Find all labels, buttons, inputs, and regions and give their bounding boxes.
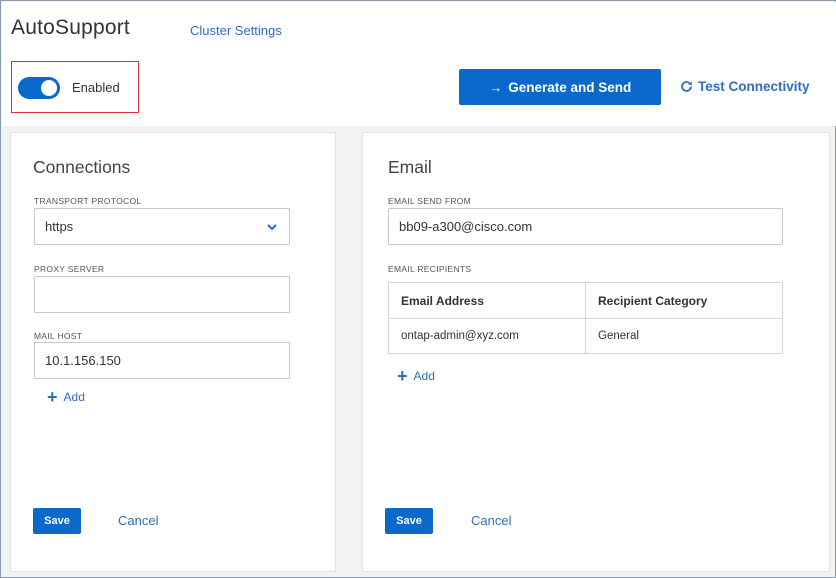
connections-title: Connections: [33, 157, 131, 177]
add-recipient-button[interactable]: + Add: [397, 366, 435, 386]
toggle-label: Enabled: [72, 80, 120, 95]
column-header-email-address[interactable]: Email Address: [388, 282, 586, 319]
add-mail-host-label: Add: [63, 390, 85, 404]
test-connectivity-label: Test Connectivity: [698, 79, 810, 94]
app-frame: AutoSupport Cluster Settings Enabled → G…: [0, 0, 836, 578]
recipients-table: Email Address Recipient Category ontap-a…: [388, 282, 783, 354]
proxy-server-label: PROXY SERVER: [34, 264, 105, 274]
page-title: AutoSupport: [11, 16, 130, 39]
email-save-button[interactable]: Save: [385, 508, 433, 534]
generate-and-send-label: Generate and Send: [508, 79, 632, 95]
email-title: Email: [388, 157, 432, 177]
proxy-server-input[interactable]: [34, 276, 290, 313]
plus-icon: +: [397, 366, 408, 386]
add-recipient-label: Add: [413, 369, 435, 383]
connections-save-button[interactable]: Save: [33, 508, 81, 534]
mail-host-input[interactable]: 10.1.156.150: [34, 342, 290, 379]
mail-host-label: MAIL HOST: [34, 331, 83, 341]
refresh-icon: [681, 81, 692, 92]
generate-and-send-button[interactable]: → Generate and Send: [459, 69, 661, 105]
email-send-from-input[interactable]: bb09-a300@cisco.com: [388, 208, 783, 245]
column-header-recipient-category[interactable]: Recipient Category: [585, 282, 783, 319]
email-send-from-label: EMAIL SEND FROM: [388, 196, 472, 206]
test-connectivity-button[interactable]: Test Connectivity: [680, 79, 810, 94]
connections-cancel-button[interactable]: Cancel: [118, 513, 158, 528]
transport-protocol-label: TRANSPORT PROTOCOL: [34, 196, 142, 206]
transport-protocol-select[interactable]: https: [34, 208, 290, 245]
enabled-toggle[interactable]: [18, 77, 60, 99]
mail-host-value: 10.1.156.150: [45, 353, 121, 368]
add-mail-host-button[interactable]: + Add: [47, 387, 85, 407]
toggle-knob: [41, 80, 57, 96]
recipient-category-cell: General: [585, 318, 783, 354]
arrow-right-icon: →: [488, 79, 503, 95]
recipient-email-cell: ontap-admin@xyz.com: [388, 318, 586, 354]
transport-protocol-value: https: [45, 219, 74, 234]
email-cancel-button[interactable]: Cancel: [471, 513, 511, 528]
chevron-down-icon: [267, 224, 277, 231]
table-row[interactable]: ontap-admin@xyz.com General: [388, 318, 783, 354]
email-card: Email EMAIL SEND FROM bb09-a300@cisco.co…: [362, 132, 830, 572]
header: AutoSupport Cluster Settings Enabled → G…: [2, 2, 836, 126]
email-recipients-label: EMAIL RECIPIENTS: [388, 264, 472, 274]
table-header-row: Email Address Recipient Category: [388, 282, 783, 319]
connections-card: Connections TRANSPORT PROTOCOL https PRO…: [10, 132, 336, 572]
cluster-settings-link[interactable]: Cluster Settings: [190, 23, 282, 38]
email-send-from-value: bb09-a300@cisco.com: [399, 219, 533, 234]
plus-icon: +: [47, 387, 58, 407]
